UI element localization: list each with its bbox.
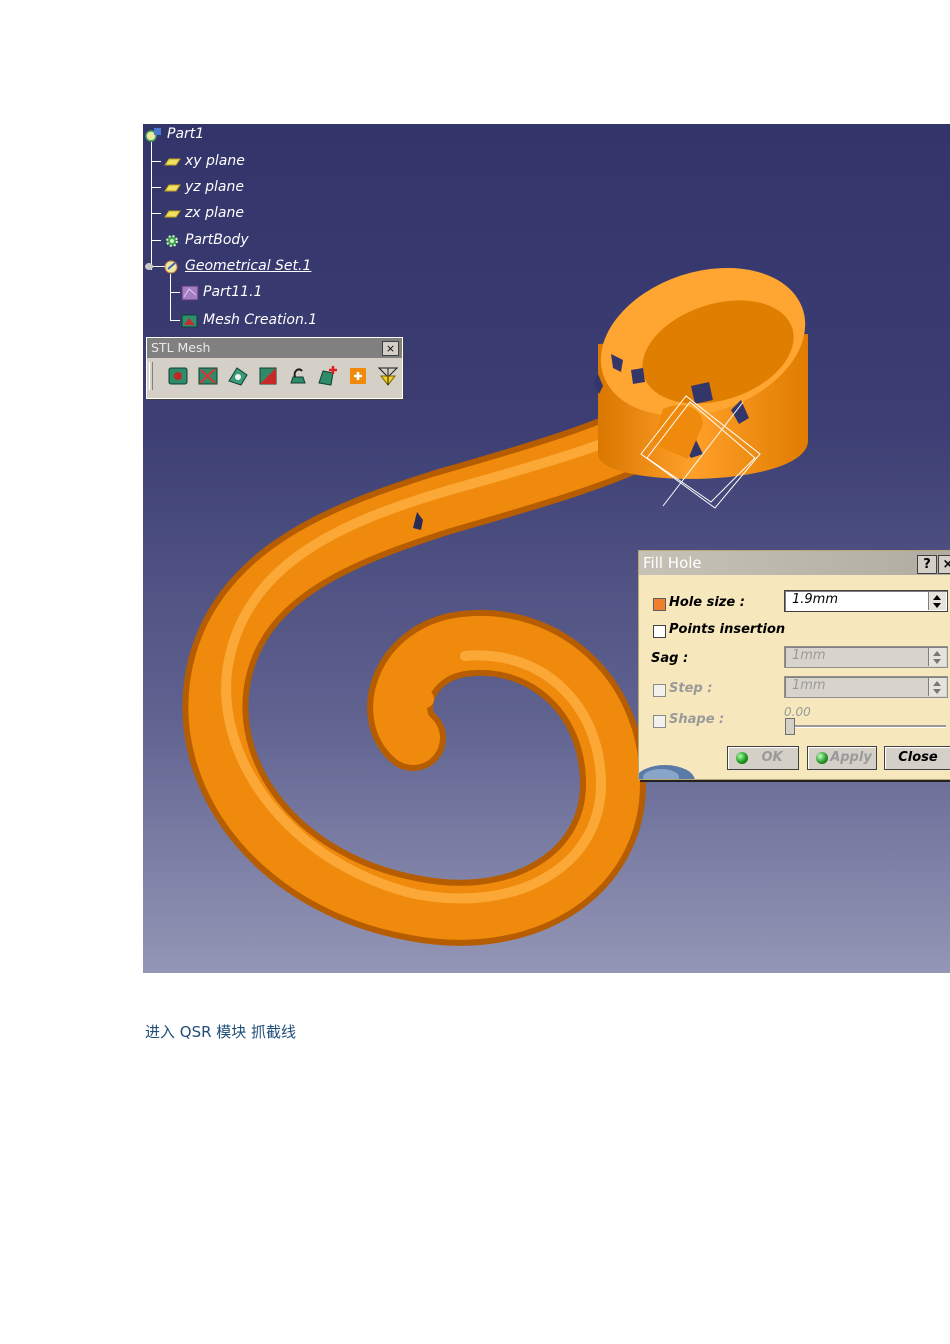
planet-logo-icon — [639, 765, 695, 779]
merge-icon[interactable] — [345, 363, 371, 389]
apply-button[interactable]: Apply — [807, 746, 877, 770]
dialog-titlebar[interactable]: Fill Hole — [639, 551, 950, 575]
split-icon[interactable] — [375, 363, 401, 389]
geometrical-set-icon — [164, 260, 178, 274]
mesh-offset-icon[interactable] — [255, 363, 281, 389]
sag-label: Sag : — [651, 651, 689, 666]
step-input: 1mm — [784, 676, 948, 698]
mesh-creation-icon[interactable] — [285, 363, 311, 389]
mesh-smooth-icon[interactable] — [195, 363, 221, 389]
hole-size-checkbox[interactable] — [653, 598, 666, 611]
shape-value: 0.00 — [784, 705, 811, 719]
points-insertion-label: Points insertion — [669, 622, 786, 637]
shape-slider-track — [786, 725, 946, 728]
step-label: Step : — [669, 681, 713, 696]
step-value: 1mm — [792, 678, 826, 693]
hole-size-value: 1.9mm — [792, 592, 839, 607]
dialog-title: Fill Hole — [643, 554, 702, 572]
plane-icon — [164, 158, 181, 166]
3d-viewport[interactable]: Part1 xy plane yz plane zx plane PartBod… — [143, 124, 950, 973]
apply-gem-icon — [816, 752, 828, 764]
cloud-icon — [181, 285, 199, 301]
help-button[interactable]: ? — [917, 555, 937, 574]
step-checkbox[interactable] — [653, 684, 666, 697]
toolbar-grip[interactable] — [149, 362, 153, 390]
hole-size-label: Hole size : — [669, 595, 745, 610]
shape-checkbox[interactable] — [653, 715, 666, 728]
mesh-decimate-icon[interactable] — [225, 363, 251, 389]
toolbar-close-button[interactable]: × — [382, 341, 399, 356]
sag-input: 1mm — [784, 646, 948, 668]
caption-text: 进入 QSR 模块 抓截线 — [145, 1023, 297, 1041]
hole-size-input[interactable]: 1.9mm — [784, 590, 948, 612]
mesh-icon — [181, 314, 198, 328]
step-spinner — [928, 678, 946, 696]
stl-mesh-toolbar[interactable]: STL Mesh × — [146, 337, 403, 399]
plane-icon — [164, 210, 181, 218]
dialog-close-x-button[interactable]: × — [938, 555, 950, 574]
gear-icon — [166, 235, 178, 247]
hole-size-spinner[interactable] — [928, 592, 946, 610]
points-insertion-checkbox[interactable] — [653, 625, 666, 638]
ok-button[interactable]: OK — [727, 746, 799, 770]
close-button[interactable]: Close — [884, 746, 950, 770]
shape-label: Shape : — [669, 712, 725, 727]
sag-spinner — [928, 648, 946, 666]
part-icon — [145, 128, 161, 142]
mesh-cleaner-icon[interactable] — [165, 363, 191, 389]
ok-gem-icon — [736, 752, 748, 764]
specification-tree: Part1 xy plane yz plane zx plane PartBod… — [143, 124, 403, 334]
shape-slider-thumb[interactable] — [785, 718, 795, 735]
fill-hole-icon[interactable] — [315, 363, 341, 389]
plane-icon — [164, 184, 181, 192]
toolbar-title: STL Mesh — [147, 338, 402, 358]
fill-hole-dialog[interactable]: Fill Hole ? × Hole size : 1.9mm Points i… — [638, 550, 950, 780]
sag-value: 1mm — [792, 648, 826, 663]
